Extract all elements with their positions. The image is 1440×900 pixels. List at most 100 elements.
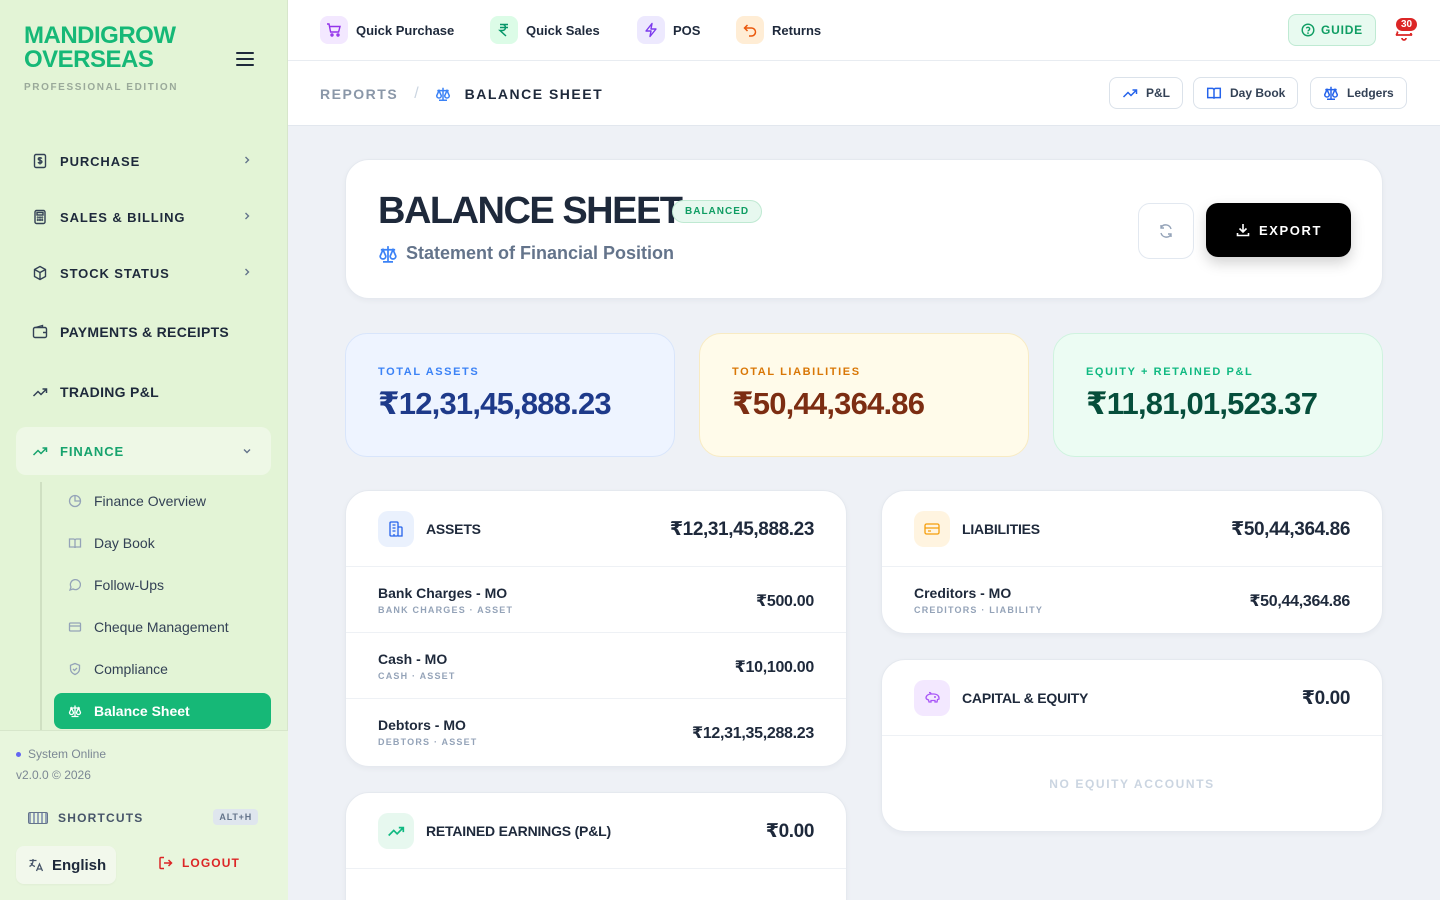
total-assets-label: TOTAL ASSETS bbox=[378, 366, 480, 378]
capital-equity-header: CAPITAL & EQUITY ₹0.00 bbox=[882, 660, 1382, 736]
logout-button[interactable]: LOGOUT bbox=[158, 855, 240, 871]
page-title: BALANCE SHEET bbox=[378, 190, 683, 232]
quick-purchase-button[interactable]: Quick Purchase bbox=[320, 16, 454, 44]
total-liabilities-card: TOTAL LIABILITIES ₹50,44,364.86 bbox=[699, 333, 1029, 457]
version-text: v2.0.0 © 2026 bbox=[16, 768, 91, 782]
pos-label: POS bbox=[673, 22, 701, 38]
list-item[interactable]: Creditors - MO CREDITORS · LIABILITY ₹50… bbox=[882, 567, 1382, 633]
notification-count-badge: 30 bbox=[1394, 16, 1420, 33]
chevron-right-icon bbox=[245, 212, 250, 220]
sidebar-item-trading-pl[interactable]: TRADING P&L bbox=[16, 367, 271, 417]
menu-toggle-icon[interactable] bbox=[236, 52, 254, 68]
export-label: EXPORT bbox=[1258, 222, 1323, 238]
sidebar-item-purchase[interactable]: PURCHASE bbox=[16, 136, 271, 186]
pl-link-button[interactable]: P&L bbox=[1109, 77, 1183, 109]
returns-button[interactable]: Returns bbox=[736, 16, 821, 44]
submenu-item-label: Cheque Management bbox=[94, 619, 229, 635]
refresh-icon bbox=[1160, 224, 1172, 238]
account-name: Cash - MO bbox=[378, 651, 448, 667]
list-item[interactable]: Debtors - MO DEBTORS · ASSET ₹12,31,35,2… bbox=[346, 699, 846, 765]
translate-icon bbox=[29, 859, 44, 872]
zap-icon bbox=[637, 16, 665, 44]
book-open-icon bbox=[68, 536, 82, 550]
guide-button[interactable]: GUIDE bbox=[1288, 14, 1376, 46]
brand-edition: PROFESSIONAL EDITION bbox=[24, 82, 179, 93]
empty-state-text: NO EQUITY ACCOUNTS bbox=[1049, 777, 1215, 791]
submenu-item-label: Follow-Ups bbox=[94, 577, 165, 593]
sidebar-item-label: PURCHASE bbox=[60, 153, 141, 169]
refresh-button[interactable] bbox=[1138, 203, 1194, 259]
piggy-bank-icon bbox=[914, 680, 950, 716]
sidebar-item-payments-receipts[interactable]: PAYMENTS & RECEIPTS bbox=[16, 307, 271, 357]
account-balance: ₹50,44,364.86 bbox=[1249, 593, 1350, 610]
submenu-item-cheque-management[interactable]: Cheque Management bbox=[54, 609, 271, 645]
ledgers-link-button[interactable]: Ledgers bbox=[1310, 77, 1407, 109]
card-icon bbox=[68, 620, 82, 634]
sidebar-item-label: TRADING P&L bbox=[60, 384, 159, 400]
shortcuts-button[interactable]: SHORTCUTS ALT+H bbox=[28, 807, 258, 829]
breadcrumb-current: BALANCE SHEET bbox=[464, 86, 604, 102]
sidebar-footer: System Online v2.0.0 © 2026 SHORTCUTS AL… bbox=[0, 730, 288, 900]
message-icon bbox=[68, 578, 82, 592]
page-header-card: BALANCE SHEET BALANCED Statement of Fina… bbox=[345, 159, 1383, 299]
pos-button[interactable]: POS bbox=[637, 16, 700, 44]
pie-chart-icon bbox=[68, 494, 82, 508]
system-status-text: System Online bbox=[28, 747, 107, 761]
account-name: Debtors - MO bbox=[378, 717, 466, 733]
submenu-item-follow-ups[interactable]: Follow-Ups bbox=[54, 567, 271, 603]
sidebar-item-sales-billing[interactable]: SALES & BILLING bbox=[16, 192, 271, 242]
sidebar-item-finance[interactable]: FINANCE bbox=[16, 427, 271, 475]
capital-equity-title: CAPITAL & EQUITY bbox=[962, 690, 1089, 706]
trending-up-icon bbox=[1122, 89, 1138, 98]
guide-label: GUIDE bbox=[1320, 23, 1363, 37]
rupee-icon bbox=[490, 16, 518, 44]
quick-sales-button[interactable]: Quick Sales bbox=[490, 16, 600, 44]
submenu-item-label: Finance Overview bbox=[94, 493, 207, 509]
submenu-item-day-book[interactable]: Day Book bbox=[54, 525, 271, 561]
breadcrumb-reports-link[interactable]: REPORTS bbox=[320, 86, 398, 102]
sidebar-item-label: FINANCE bbox=[60, 443, 125, 459]
logout-icon bbox=[159, 856, 173, 870]
submenu-item-finance-overview[interactable]: Finance Overview bbox=[54, 483, 271, 519]
breadcrumb-bar: REPORTS / BALANCE SHEET P&L Day Book Led… bbox=[288, 61, 1440, 126]
brand-logo[interactable]: MANDIGROW OVERSEAS PROFESSIONAL EDITION bbox=[24, 24, 214, 94]
equity-retained-label: EQUITY + RETAINED P&L bbox=[1086, 366, 1254, 378]
top-bar: Quick Purchase Quick Sales POS Returns G… bbox=[288, 0, 1440, 61]
export-button[interactable]: EXPORT bbox=[1206, 203, 1351, 257]
trending-up-icon bbox=[378, 813, 414, 849]
book-open-icon bbox=[1206, 87, 1222, 99]
chevron-right-icon bbox=[245, 156, 250, 164]
equity-retained-card: EQUITY + RETAINED P&L ₹11,81,01,523.37 bbox=[1053, 333, 1383, 457]
receipt-icon bbox=[32, 153, 48, 169]
account-type: DEBTORS · ASSET bbox=[378, 737, 478, 747]
retained-earnings-header: RETAINED EARNINGS (P&L) ₹0.00 bbox=[346, 793, 846, 869]
submenu-item-label: Day Book bbox=[94, 535, 155, 551]
page-subtitle-text: Statement of Financial Position bbox=[406, 243, 675, 263]
liabilities-title: LIABILITIES bbox=[962, 521, 1040, 537]
shortcuts-label: SHORTCUTS bbox=[58, 811, 144, 825]
wallet-icon bbox=[32, 324, 48, 340]
scale-icon bbox=[68, 704, 82, 718]
language-label: English bbox=[52, 856, 107, 874]
language-selector[interactable]: English bbox=[16, 846, 116, 884]
box-icon bbox=[32, 265, 48, 281]
sidebar-item-stock-status[interactable]: STOCK STATUS bbox=[16, 248, 271, 298]
submenu-item-balance-sheet[interactable]: Balance Sheet bbox=[54, 693, 271, 729]
trending-up-icon bbox=[32, 384, 48, 400]
list-item[interactable]: Bank Charges - MO BANK CHARGES · ASSET ₹… bbox=[346, 567, 846, 633]
system-status: System Online bbox=[16, 747, 106, 761]
day-book-link-button[interactable]: Day Book bbox=[1193, 77, 1299, 109]
account-type: CREDITORS · LIABILITY bbox=[914, 605, 1044, 615]
liabilities-total: ₹50,44,364.86 bbox=[1231, 519, 1350, 540]
shortcut-key-badge: ALT+H bbox=[213, 809, 258, 825]
submenu-item-compliance[interactable]: Compliance bbox=[54, 651, 271, 687]
sidebar-item-label: PAYMENTS & RECEIPTS bbox=[60, 324, 230, 340]
day-book-link-label: Day Book bbox=[1230, 86, 1286, 100]
trending-up-icon bbox=[32, 443, 48, 459]
total-assets-value: ₹12,31,45,888.23 bbox=[378, 386, 612, 421]
cart-icon bbox=[320, 16, 348, 44]
chevron-down-icon bbox=[243, 449, 251, 454]
list-item[interactable]: Cash - MO CASH · ASSET ₹10,100.00 bbox=[346, 633, 846, 699]
sidebar-item-label: STOCK STATUS bbox=[60, 265, 170, 281]
scale-icon bbox=[379, 245, 397, 263]
